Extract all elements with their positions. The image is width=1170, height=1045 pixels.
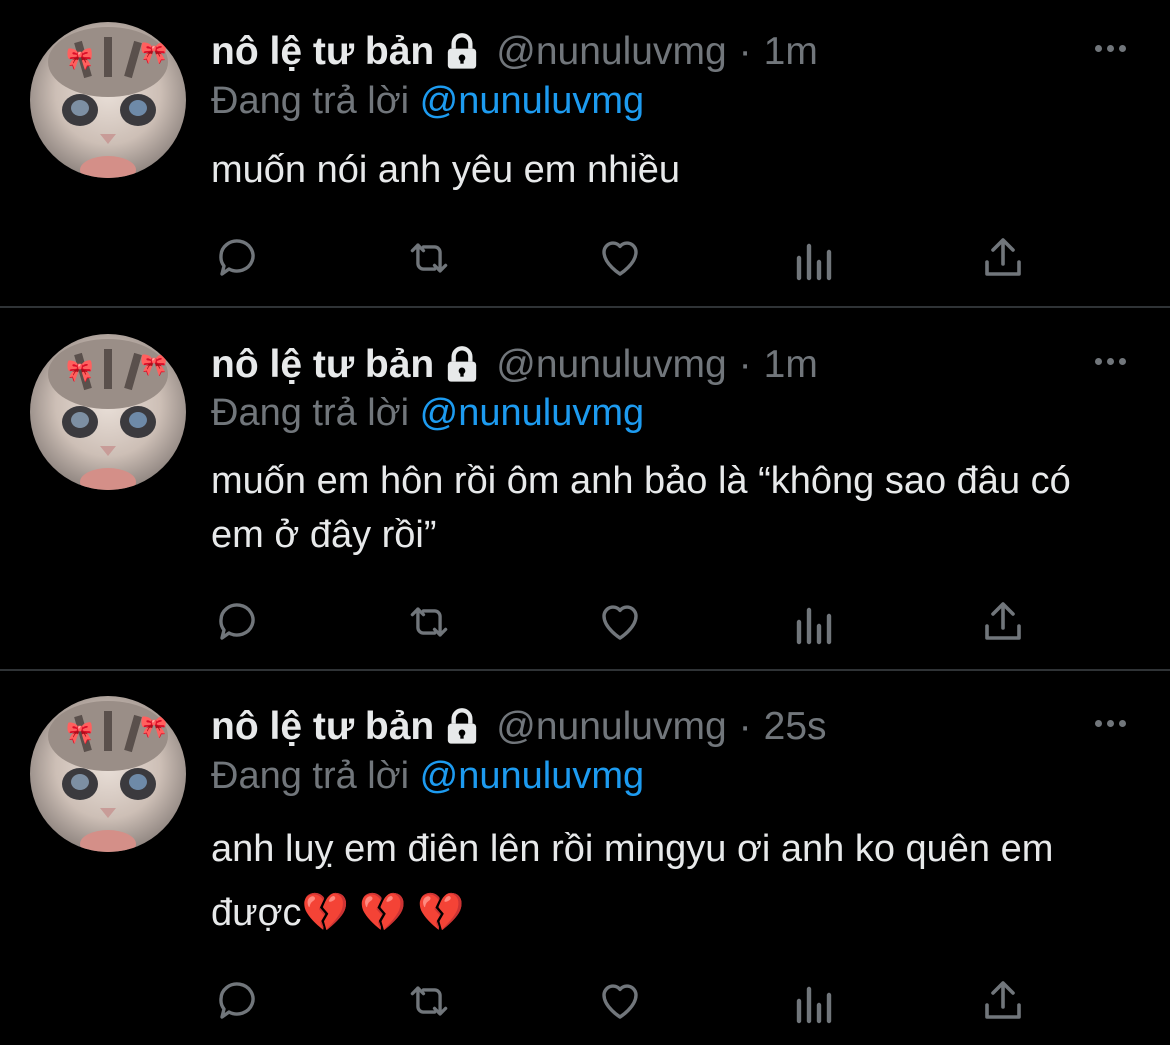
- display-name[interactable]: nô lệ tư bản: [211, 705, 434, 749]
- action-bar: [211, 598, 1041, 646]
- heart-icon[interactable]: [596, 234, 644, 282]
- svg-text:🎀: 🎀: [140, 714, 167, 739]
- replying-to: Đang trả lời @nunuluvmg: [211, 392, 644, 435]
- handle[interactable]: @nunuluvmg: [496, 30, 726, 74]
- reply-icon[interactable]: [213, 598, 261, 646]
- timestamp[interactable]: 25s: [764, 705, 827, 749]
- avatar[interactable]: 🎀 🎀: [30, 334, 186, 490]
- avatar[interactable]: 🎀 🎀: [30, 696, 186, 852]
- tweet-text: muốn em hôn rồi ôm anh bảo là “không sao…: [211, 460, 1071, 556]
- more-icon[interactable]: [1095, 720, 1126, 727]
- more-icon[interactable]: [1095, 358, 1126, 365]
- svg-text:🎀: 🎀: [66, 720, 93, 745]
- tweet-header: nô lệ tư bản @nunuluvmg · 1m: [211, 22, 818, 82]
- replying-to: Đang trả lời @nunuluvmg: [211, 80, 644, 123]
- handle[interactable]: @nunuluvmg: [496, 343, 726, 387]
- tweet[interactable]: 🎀 🎀 nô lệ tư bản @nunuluvmg · 25s Đang t…: [0, 671, 1170, 1045]
- tweet[interactable]: 🎀 🎀 nô lệ tư bản @nunuluvmg · 1m Đang tr…: [0, 0, 1170, 308]
- reply-icon[interactable]: [213, 977, 261, 1025]
- display-name[interactable]: nô lệ tư bản: [211, 343, 434, 387]
- reply-icon[interactable]: [213, 234, 261, 282]
- avatar[interactable]: 🎀 🎀: [30, 22, 186, 178]
- separator-dot: ·: [738, 705, 752, 748]
- tweet-text: muốn nói anh yêu em nhiều: [211, 149, 680, 191]
- retweet-icon[interactable]: [405, 977, 453, 1025]
- views-icon[interactable]: [789, 598, 837, 646]
- separator-dot: ·: [738, 30, 752, 73]
- heart-icon[interactable]: [596, 977, 644, 1025]
- more-icon[interactable]: [1095, 45, 1126, 52]
- tweet-header: nô lệ tư bản @nunuluvmg · 1m: [211, 335, 818, 395]
- heart-icon[interactable]: [596, 598, 644, 646]
- replying-label: Đang trả lời: [211, 755, 410, 797]
- tweet-header: nô lệ tư bản @nunuluvmg · 25s: [211, 697, 827, 757]
- separator-dot: ·: [738, 343, 752, 386]
- replying-to: Đang trả lời @nunuluvmg: [211, 755, 644, 798]
- mention-link[interactable]: @nunuluvmg: [420, 755, 644, 797]
- svg-text:🎀: 🎀: [140, 40, 167, 65]
- retweet-icon[interactable]: [405, 234, 453, 282]
- retweet-icon[interactable]: [405, 598, 453, 646]
- svg-text:🎀: 🎀: [66, 46, 93, 71]
- share-icon[interactable]: [979, 234, 1027, 282]
- lock-icon: [442, 707, 482, 747]
- action-bar: [211, 977, 1041, 1025]
- replying-label: Đang trả lời: [211, 80, 410, 122]
- handle[interactable]: @nunuluvmg: [496, 705, 726, 749]
- lock-icon: [442, 345, 482, 385]
- timestamp[interactable]: 1m: [764, 343, 818, 387]
- mention-link[interactable]: @nunuluvmg: [420, 80, 644, 122]
- tweet[interactable]: 🎀 🎀 nô lệ tư bản @nunuluvmg · 1m Đang tr…: [0, 308, 1170, 671]
- display-name[interactable]: nô lệ tư bản: [211, 30, 434, 74]
- share-icon[interactable]: [979, 598, 1027, 646]
- lock-icon: [442, 32, 482, 72]
- share-icon[interactable]: [979, 977, 1027, 1025]
- replying-label: Đang trả lời: [211, 392, 410, 434]
- tweet-text: anh luỵ em điên lên rồi mingyu ơi anh ko…: [211, 828, 1054, 934]
- svg-text:🎀: 🎀: [140, 352, 167, 377]
- action-bar: [211, 234, 1041, 282]
- mention-link[interactable]: @nunuluvmg: [420, 392, 644, 434]
- views-icon[interactable]: [789, 977, 837, 1025]
- svg-text:🎀: 🎀: [66, 358, 93, 383]
- timestamp[interactable]: 1m: [764, 30, 818, 74]
- views-icon[interactable]: [789, 234, 837, 282]
